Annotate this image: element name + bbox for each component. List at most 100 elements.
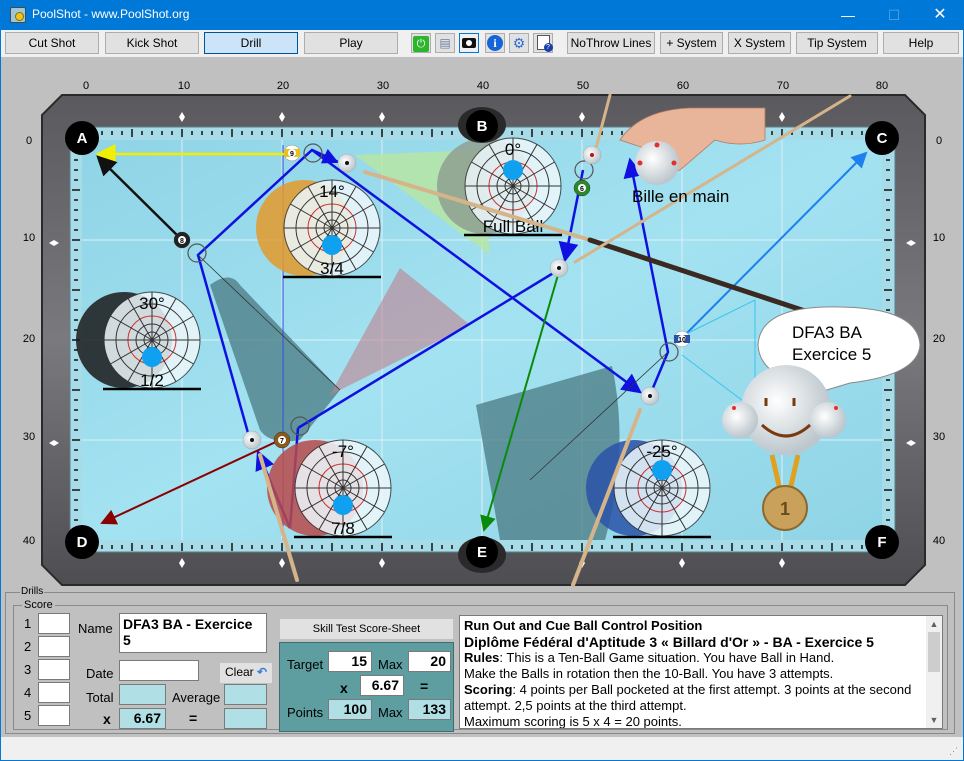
- pocket-a[interactable]: A: [65, 121, 99, 155]
- scroll-up-icon[interactable]: ▲: [926, 616, 942, 632]
- drill-subtitle: Diplôme Fédéral d'Aptitude 3 « Billard d…: [464, 634, 874, 650]
- score-row-label: 5: [24, 708, 32, 723]
- points-value: 100: [328, 699, 372, 720]
- result-value: [224, 708, 267, 729]
- date-label: Date: [86, 666, 114, 681]
- cut-angle-label: 0°: [505, 140, 521, 159]
- cue-ball-position[interactable]: [549, 258, 569, 278]
- max-input[interactable]: 20: [408, 651, 451, 672]
- skill-multiplier-input[interactable]: 6.67: [360, 675, 404, 696]
- cue-tip-position[interactable]: [503, 160, 523, 180]
- score-row-label: 2: [24, 639, 32, 654]
- cut-angle-label: 30°: [139, 294, 165, 313]
- cue-ball-position[interactable]: [582, 145, 602, 165]
- cut-angle-label: 14°: [319, 182, 345, 201]
- ball-number: 8: [180, 238, 184, 245]
- aim-diagram[interactable]: 30° 1/2: [76, 291, 201, 391]
- ball-number: 6: [580, 186, 584, 193]
- pocket-label: A: [77, 130, 88, 147]
- clear-button[interactable]: Clear ↶: [220, 663, 272, 683]
- cue-tip-position[interactable]: [142, 347, 162, 367]
- speech-bubble-line1: DFA3 BA: [792, 323, 863, 342]
- ball-in-hand-label: Bille en main: [632, 187, 729, 206]
- aim-diagram[interactable]: -7° 7/8: [267, 439, 392, 539]
- name-label: Name: [78, 621, 113, 636]
- clear-button-label: Clear: [225, 665, 254, 679]
- drills-panel: Drills Score 1 2 3 4 5 Name DFA3 BA - Ex…: [5, 587, 955, 734]
- ball-fraction-label: Full Ball: [483, 217, 543, 236]
- ball-fraction-label: 3/4: [320, 259, 344, 278]
- aim-diagram[interactable]: 0° Full Ball: [437, 137, 562, 237]
- score-input-4[interactable]: [38, 682, 70, 703]
- multiply-sign: x: [103, 711, 111, 727]
- scroll-thumb[interactable]: [928, 632, 940, 672]
- speech-bubble-line2: Exercice 5: [792, 345, 871, 364]
- scoring-max-line: Maximum scoring is 5 x 4 = 20 points.: [464, 714, 682, 729]
- average-label: Average: [172, 690, 221, 705]
- rules-text: : This is a Ten-Ball Game situation. You…: [499, 650, 835, 665]
- equals-sign: =: [189, 710, 198, 726]
- score-legend: Score: [22, 599, 55, 611]
- ball-fraction-label: 1/2: [140, 371, 164, 390]
- scoring-label: Scoring: [464, 682, 513, 697]
- description-scrollbar[interactable]: ▲ ▼: [926, 616, 942, 728]
- ball-10[interactable]: 10: [673, 330, 691, 348]
- rules-label: Rules: [464, 650, 500, 665]
- name-input[interactable]: DFA3 BA - Exercice 5: [119, 613, 267, 653]
- score-row-label: 1: [24, 616, 32, 631]
- multiply-sign: x: [340, 680, 348, 696]
- pocket-f[interactable]: F: [865, 525, 899, 559]
- max-label: Max: [378, 657, 403, 672]
- multiplier-value: 6.67: [119, 708, 166, 729]
- cue-tip-position[interactable]: [322, 235, 342, 255]
- cue-ball-position[interactable]: [337, 153, 357, 173]
- app-window: PoolShot - www.PoolShot.org — ☐ ✕ Cut Sh…: [1, 0, 963, 760]
- pool-table[interactable]: 30°1/214°3/40°Full Ball-7°7/8-25° A B C …: [0, 0, 964, 590]
- undo-icon: ↶: [257, 665, 268, 679]
- pocket-label: D: [77, 534, 88, 551]
- total-value: [119, 684, 166, 705]
- cut-angle-label: -25°: [646, 442, 677, 461]
- cut-angle-label: -7°: [332, 442, 354, 461]
- scroll-down-icon[interactable]: ▼: [926, 712, 942, 728]
- points-max-value: 133: [408, 699, 451, 720]
- cue-tip-position[interactable]: [652, 460, 672, 480]
- rules-line-2: Make the Balls in rotation then the 10-B…: [464, 666, 834, 681]
- pocket-label: E: [477, 544, 487, 561]
- date-input[interactable]: [119, 660, 199, 681]
- equals-sign: =: [420, 678, 429, 694]
- score-input-3[interactable]: [38, 659, 70, 680]
- pocket-c[interactable]: C: [865, 121, 899, 155]
- cue-ball-position[interactable]: [242, 430, 262, 450]
- drill-description[interactable]: Run Out and Cue Ball Control Position Di…: [459, 615, 943, 729]
- ball-number: 9: [290, 151, 294, 158]
- ball-number: 10: [678, 337, 686, 344]
- total-label: Total: [86, 690, 114, 705]
- pocket-b[interactable]: B: [458, 107, 506, 143]
- ball-7[interactable]: 7: [273, 431, 291, 449]
- score-row-label: 4: [24, 685, 32, 700]
- target-input[interactable]: 15: [328, 651, 372, 672]
- target-label: Target: [287, 657, 324, 672]
- pocket-d[interactable]: D: [65, 525, 99, 559]
- medal-number: 1: [780, 499, 790, 519]
- ball-6[interactable]: 6: [573, 179, 591, 197]
- skill-test-panel: Target 15 Max 20 x 6.67 = Points 100 Max…: [279, 642, 454, 732]
- ball-number: 7: [280, 438, 284, 445]
- ball-8[interactable]: 8: [173, 231, 191, 249]
- aim-diagram[interactable]: 14° 3/4: [256, 179, 381, 279]
- ball-fraction-label: 7/8: [331, 519, 355, 538]
- points-label: Points: [287, 705, 324, 720]
- skill-test-score-sheet-button[interactable]: Skill Test Score-Sheet: [280, 619, 453, 639]
- pocket-label: F: [877, 534, 886, 551]
- cue-tip-position[interactable]: [333, 495, 353, 515]
- aim-diagram[interactable]: -25°: [586, 439, 711, 539]
- ball-9[interactable]: 9: [283, 144, 301, 162]
- score-input-2[interactable]: [38, 636, 70, 657]
- resize-grip-icon[interactable]: ⋰: [949, 746, 959, 756]
- score-input-5[interactable]: [38, 705, 70, 726]
- drill-title: Run Out and Cue Ball Control Position: [464, 618, 703, 633]
- cue-ball-position[interactable]: [640, 386, 660, 406]
- pocket-label: B: [477, 118, 488, 135]
- score-input-1[interactable]: [38, 613, 70, 634]
